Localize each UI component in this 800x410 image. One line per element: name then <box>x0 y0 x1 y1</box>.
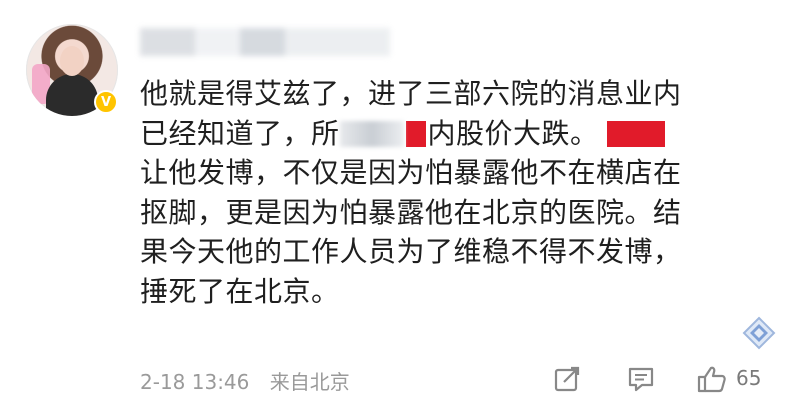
avatar-figure <box>46 74 98 116</box>
comment-button[interactable] <box>626 364 656 394</box>
comment-line-part: 内股价大跌。 <box>427 116 599 150</box>
comment-line-part: 已经知道了，所 <box>140 116 340 150</box>
comment-line: 果今天他的工作人员为了维稳不得不发博， <box>140 235 682 268</box>
red-censor-block <box>606 120 665 147</box>
blurred-text <box>339 120 404 147</box>
share-button[interactable] <box>552 364 582 394</box>
comment-icon <box>628 367 654 392</box>
like-button[interactable]: 65 <box>696 364 776 394</box>
share-icon <box>554 366 580 392</box>
comment-line: 捶死了在北京。 <box>140 274 340 308</box>
avatar-face <box>60 46 84 76</box>
comment-time: 2-18 13:46 <box>140 370 250 394</box>
comment-card: V 他就是得艾兹了，进了三部六院的消息业内 已经知道了，所 内股价大跌。 让他发博… <box>0 0 800 410</box>
comment-location: 来自北京 <box>269 370 350 394</box>
comment-text: 他就是得艾兹了，进了三部六院的消息业内 已经知道了，所 内股价大跌。 让他发博，不… <box>140 74 772 311</box>
username-redacted[interactable] <box>140 28 390 56</box>
like-count: 65 <box>736 366 762 390</box>
comment-line: 抠脚，更是因为怕暴露他在北京的医院。结 <box>140 195 682 229</box>
verified-badge-icon: V <box>94 90 118 114</box>
red-censor-block <box>405 120 426 147</box>
comment-line: 已经知道了，所 内股价大跌。 <box>140 114 772 154</box>
comment-line: 他就是得艾兹了，进了三部六院的消息业内 <box>140 77 682 110</box>
comment-meta: 2-18 13:46 来自北京 <box>140 366 350 395</box>
diamond-icon <box>742 316 776 350</box>
comment-line: 让他发博，不仅是因为怕暴露他不在横店在 <box>140 156 682 189</box>
thumbs-up-icon <box>697 366 726 393</box>
